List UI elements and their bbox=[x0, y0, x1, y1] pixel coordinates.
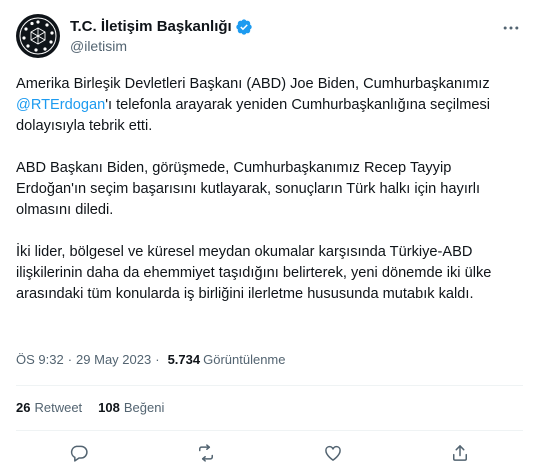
display-name[interactable]: T.C. İletişim Başkanlığı bbox=[70, 17, 232, 37]
display-name-row: T.C. İletişim Başkanlığı bbox=[70, 17, 253, 37]
tweet-card: T.C. İletişim Başkanlığı @iletisim Ameri… bbox=[0, 0, 539, 475]
handle[interactable]: @iletisim bbox=[70, 37, 253, 55]
likes-stat[interactable]: 108 Beğeni bbox=[98, 399, 164, 417]
tweet-stats: 26 Retweet 108 Beğeni bbox=[16, 399, 180, 417]
retweets-count: 26 bbox=[16, 400, 31, 415]
retweets-stat[interactable]: 26 Retweet bbox=[16, 399, 82, 417]
share-button[interactable] bbox=[448, 441, 472, 465]
tweet-paragraph-1: Amerika Birleşik Devletleri Başkanı (ABD… bbox=[16, 74, 523, 137]
tweet-paragraph-3: İki lider, bölgesel ve küresel meydan ok… bbox=[16, 244, 492, 302]
likes-count: 108 bbox=[98, 400, 120, 415]
meta-separator-2: · bbox=[155, 352, 160, 367]
mention-link[interactable]: @RTErdogan bbox=[16, 97, 105, 113]
share-icon bbox=[452, 445, 467, 461]
verified-badge-icon bbox=[236, 19, 252, 35]
views-label: Görüntülenme bbox=[203, 352, 286, 367]
reply-button[interactable] bbox=[67, 441, 91, 465]
government-seal-icon bbox=[19, 17, 57, 55]
paragraph-1-start: Amerika Birleşik Devletleri Başkanı (ABD… bbox=[16, 76, 490, 92]
like-icon bbox=[325, 445, 341, 461]
reply-icon bbox=[71, 445, 89, 462]
more-button[interactable] bbox=[499, 16, 523, 40]
tweet-date[interactable]: 29 May 2023 bbox=[76, 351, 151, 369]
retweets-label: Retweet bbox=[34, 400, 83, 415]
action-bar bbox=[16, 440, 523, 466]
like-button[interactable] bbox=[321, 441, 345, 465]
views-count: 5.734 bbox=[167, 352, 201, 367]
tweet-text: Amerika Birleşik Devletleri Başkanı (ABD… bbox=[16, 74, 523, 326]
likes-label: Beğeni bbox=[123, 400, 165, 415]
avatar[interactable] bbox=[16, 14, 60, 58]
tweet-time[interactable]: ÖS 9:32 bbox=[16, 351, 64, 369]
author-names: T.C. İletişim Başkanlığı @iletisim bbox=[70, 17, 253, 55]
divider-bottom bbox=[16, 430, 523, 431]
tweet-header: T.C. İletişim Başkanlığı @iletisim bbox=[16, 12, 523, 60]
tweet-paragraph-2: ABD Başkanı Biden, görüşmede, Cumhurbaşk… bbox=[16, 160, 481, 218]
retweet-button[interactable] bbox=[194, 441, 218, 465]
more-icon bbox=[503, 26, 519, 30]
tweet-meta: ÖS 9:32 · 29 May 2023 · 5.734 Görüntülen… bbox=[16, 351, 286, 369]
retweet-icon bbox=[199, 444, 214, 462]
divider-top bbox=[16, 385, 523, 386]
meta-separator: · bbox=[67, 352, 73, 367]
